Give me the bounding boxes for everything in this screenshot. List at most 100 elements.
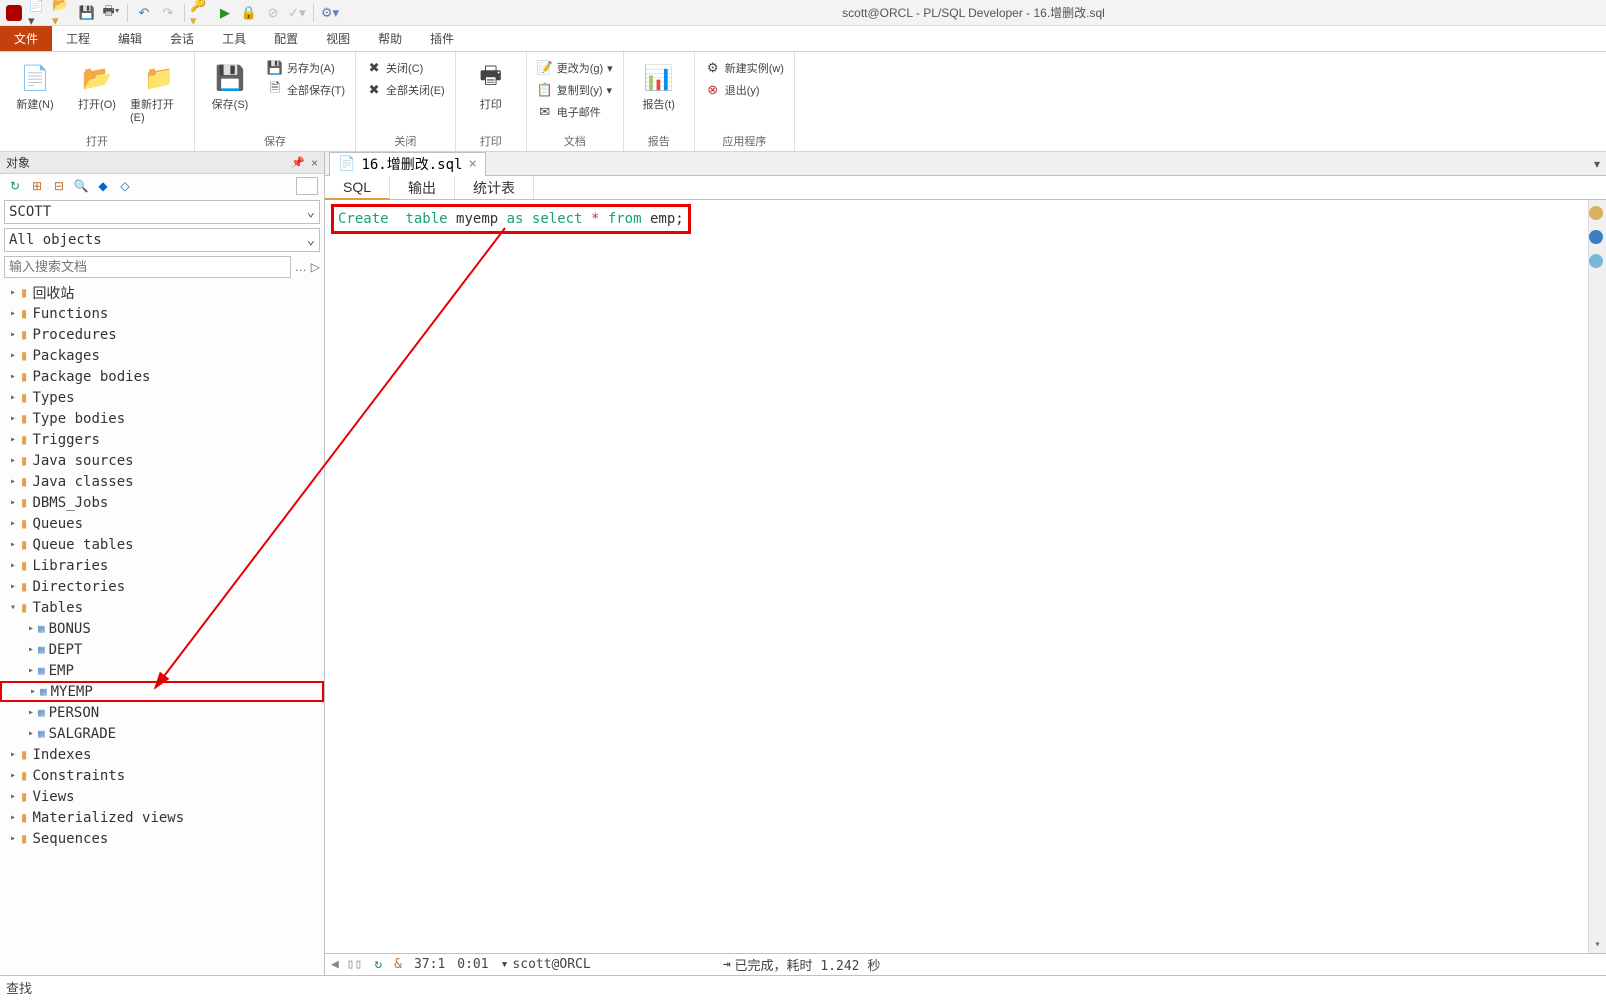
expand-arrow-icon[interactable]: ▸ bbox=[24, 665, 38, 676]
tab-stats[interactable]: 统计表 bbox=[455, 176, 534, 199]
object-tree[interactable]: ▸▮回收站▸▮Functions▸▮Procedures▸▮Packages▸▮… bbox=[0, 280, 324, 975]
expand-arrow-icon[interactable]: ▸ bbox=[24, 644, 38, 655]
dock-world-icon[interactable] bbox=[1589, 206, 1603, 220]
tree-folder[interactable]: ▸▮Java sources bbox=[0, 450, 324, 471]
change-to-button[interactable]: 📝更改为(g)▾ bbox=[533, 58, 617, 78]
new-instance-button[interactable]: ⚙新建实例(w) bbox=[701, 58, 788, 78]
expand-arrow-icon[interactable]: ▸ bbox=[24, 728, 38, 739]
status-refresh-icon[interactable]: ↻ bbox=[374, 957, 382, 972]
tab-close-icon[interactable]: × bbox=[468, 156, 476, 172]
run-icon[interactable]: ▶ bbox=[214, 2, 236, 24]
tree-folder[interactable]: ▾▮Tables bbox=[0, 597, 324, 618]
tree-folder[interactable]: ▸▮Sequences bbox=[0, 828, 324, 849]
new-icon[interactable]: 📄▾ bbox=[28, 2, 50, 24]
table-node[interactable]: ▸▦DEPT bbox=[0, 639, 324, 660]
save-button[interactable]: 💾保存(S) bbox=[201, 56, 259, 112]
expand-arrow-icon[interactable]: ▸ bbox=[24, 623, 38, 634]
panel-close-icon[interactable]: × bbox=[311, 156, 318, 170]
table-node[interactable]: ▸▦MYEMP bbox=[0, 681, 324, 702]
panel-slot[interactable] bbox=[296, 177, 318, 195]
sql-editor[interactable]: Create table myemp as select * from emp;… bbox=[325, 200, 1606, 953]
expand-arrow-icon[interactable]: ▸ bbox=[6, 749, 20, 760]
filter-icon[interactable]: ◆ bbox=[94, 177, 112, 195]
expand-arrow-icon[interactable]: ▸ bbox=[6, 812, 20, 823]
expand-arrow-icon[interactable]: ▸ bbox=[24, 707, 38, 718]
commit-icon[interactable]: ✓▾ bbox=[286, 2, 308, 24]
expand-arrow-icon[interactable]: ▸ bbox=[6, 413, 20, 424]
tree-folder[interactable]: ▸▮Queue tables bbox=[0, 534, 324, 555]
pin-icon[interactable]: 📌 bbox=[291, 156, 305, 169]
expand-arrow-icon[interactable]: ▸ bbox=[6, 329, 20, 340]
collapse-icon[interactable]: ⊟ bbox=[50, 177, 68, 195]
exit-button[interactable]: ⊗退出(y) bbox=[701, 80, 788, 100]
tab-output[interactable]: 输出 bbox=[390, 176, 455, 199]
expand-arrow-icon[interactable]: ▸ bbox=[6, 560, 20, 571]
copy-to-button[interactable]: 📋复制到(y)▾ bbox=[533, 80, 617, 100]
status-nav-icons[interactable]: ◀ ▯▯ bbox=[331, 957, 362, 972]
tree-folder[interactable]: ▸▮Directories bbox=[0, 576, 324, 597]
expand-arrow-icon[interactable]: ▸ bbox=[26, 686, 40, 697]
expand-arrow-icon[interactable]: ▸ bbox=[6, 350, 20, 361]
menu-edit[interactable]: 编辑 bbox=[104, 26, 156, 51]
table-node[interactable]: ▸▦EMP bbox=[0, 660, 324, 681]
menu-help[interactable]: 帮助 bbox=[364, 26, 416, 51]
key-icon[interactable]: 🔑▾ bbox=[190, 2, 212, 24]
tree-folder[interactable]: ▸▮Packages bbox=[0, 345, 324, 366]
expand-arrow-icon[interactable]: ▸ bbox=[6, 371, 20, 382]
expand-arrow-icon[interactable]: ▸ bbox=[6, 476, 20, 487]
tree-folder[interactable]: ▸▮Java classes bbox=[0, 471, 324, 492]
menu-file[interactable]: 文件 bbox=[0, 26, 52, 51]
tree-folder[interactable]: ▸▮Type bodies bbox=[0, 408, 324, 429]
redo-icon[interactable]: ↷ bbox=[157, 2, 179, 24]
dock-help-icon[interactable] bbox=[1589, 254, 1603, 268]
new-button[interactable]: 📄新建(N) bbox=[6, 56, 64, 112]
search-input[interactable] bbox=[4, 256, 291, 278]
table-node[interactable]: ▸▦PERSON bbox=[0, 702, 324, 723]
menu-tools[interactable]: 工具 bbox=[208, 26, 260, 51]
print-icon[interactable]: 🖶▾ bbox=[100, 2, 122, 24]
document-tab[interactable]: 📄 16.增删改.sql × bbox=[329, 152, 486, 176]
tree-folder[interactable]: ▸▮DBMS_Jobs bbox=[0, 492, 324, 513]
save-as-button[interactable]: 💾另存为(A) bbox=[263, 58, 349, 78]
dock-info-icon[interactable] bbox=[1589, 230, 1603, 244]
settings-icon[interactable]: ⚙▾ bbox=[319, 2, 341, 24]
close-all-button[interactable]: ✖全部关闭(E) bbox=[362, 80, 449, 100]
expand-arrow-icon[interactable]: ▸ bbox=[6, 455, 20, 466]
expand-arrow-icon[interactable]: ▸ bbox=[6, 791, 20, 802]
expand-arrow-icon[interactable]: ▸ bbox=[6, 770, 20, 781]
expand-arrow-icon[interactable]: ▸ bbox=[6, 287, 20, 298]
tree-folder[interactable]: ▸▮Types bbox=[0, 387, 324, 408]
close-button[interactable]: ✖关闭(C) bbox=[362, 58, 449, 78]
save-all-button[interactable]: 🗎全部保存(T) bbox=[263, 80, 349, 100]
tree-folder[interactable]: ▸▮Views bbox=[0, 786, 324, 807]
undo-icon[interactable]: ↶ bbox=[133, 2, 155, 24]
search-go-icon[interactable]: ▷ bbox=[311, 260, 320, 274]
tree-folder[interactable]: ▸▮Materialized views bbox=[0, 807, 324, 828]
reopen-button[interactable]: 📁重新打开(E) bbox=[130, 56, 188, 124]
expand-arrow-icon[interactable]: ▾ bbox=[6, 602, 20, 613]
tree-folder[interactable]: ▸▮Functions bbox=[0, 303, 324, 324]
open-icon[interactable]: 📂▾ bbox=[52, 2, 74, 24]
stop-icon[interactable]: ⊘ bbox=[262, 2, 284, 24]
tab-sql[interactable]: SQL bbox=[325, 176, 390, 200]
tree-folder[interactable]: ▸▮Constraints bbox=[0, 765, 324, 786]
tree-folder[interactable]: ▸▮Triggers bbox=[0, 429, 324, 450]
objects-combo[interactable]: All objects⌄ bbox=[4, 228, 320, 252]
expand-arrow-icon[interactable]: ▸ bbox=[6, 308, 20, 319]
menu-project[interactable]: 工程 bbox=[52, 26, 104, 51]
expand-arrow-icon[interactable]: ▸ bbox=[6, 539, 20, 550]
expand-arrow-icon[interactable]: ▸ bbox=[6, 518, 20, 529]
expand-arrow-icon[interactable]: ▸ bbox=[6, 581, 20, 592]
tree-folder[interactable]: ▸▮Libraries bbox=[0, 555, 324, 576]
save-icon[interactable]: 💾 bbox=[76, 2, 98, 24]
table-node[interactable]: ▸▦SALGRADE bbox=[0, 723, 324, 744]
print-button[interactable]: 🖶打印 bbox=[462, 56, 520, 112]
tree-folder[interactable]: ▸▮Queues bbox=[0, 513, 324, 534]
search-more-icon[interactable]: … bbox=[295, 260, 307, 274]
tree-folder[interactable]: ▸▮回收站 bbox=[0, 282, 324, 303]
expand-arrow-icon[interactable]: ▸ bbox=[6, 392, 20, 403]
report-button[interactable]: 📊报告(t) bbox=[630, 56, 688, 112]
scroll-down-icon[interactable]: ▾ bbox=[1589, 935, 1606, 953]
email-button[interactable]: ✉电子邮件 bbox=[533, 102, 617, 122]
expand-icon[interactable]: ⊞ bbox=[28, 177, 46, 195]
